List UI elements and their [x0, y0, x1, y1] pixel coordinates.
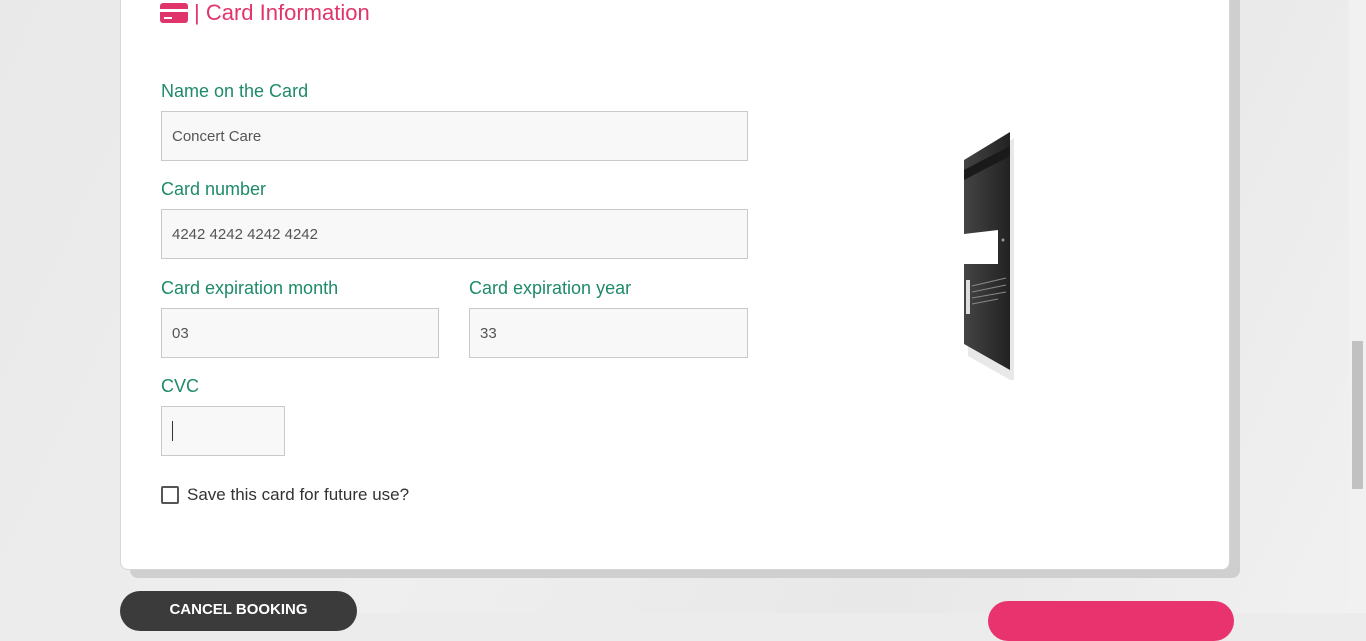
section-header: | Card Information — [160, 0, 370, 26]
exp-year-label: Card expiration year — [469, 278, 632, 298]
name-on-card-value: Concert Care — [172, 127, 262, 145]
section-title: | Card Information — [194, 0, 370, 25]
name-label: Name on the Card — [161, 81, 309, 101]
exp-month-label: Card expiration month — [161, 278, 339, 298]
save-card-label: Save this card for future use? — [187, 485, 410, 504]
save-card-row[interactable]: Save this card for future use? — [161, 485, 409, 505]
exp-year-value: 33 — [480, 324, 497, 342]
card-number-value: 4242 4242 4242 4242 — [172, 225, 318, 243]
continue-button[interactable] — [988, 601, 1234, 641]
cvc-input[interactable] — [161, 406, 285, 456]
card-number-input[interactable]: 4242 4242 4242 4242 — [161, 209, 748, 259]
cvc-label: CVC — [161, 376, 200, 396]
save-card-checkbox[interactable] — [161, 486, 179, 504]
card-preview-image — [964, 132, 1014, 380]
vertical-scrollbar[interactable] — [1349, 0, 1366, 613]
name-on-card-input[interactable]: Concert Care — [161, 111, 748, 161]
exp-month-value: 03 — [172, 324, 189, 342]
exp-month-input[interactable]: 03 — [161, 308, 439, 358]
text-cursor — [172, 421, 173, 441]
exp-year-input[interactable]: 33 — [469, 308, 748, 358]
scrollbar-thumb[interactable] — [1352, 341, 1363, 489]
card-number-label: Card number — [161, 179, 267, 199]
credit-card-icon — [160, 3, 188, 23]
cancel-booking-button[interactable]: CANCEL BOOKING — [120, 591, 357, 631]
